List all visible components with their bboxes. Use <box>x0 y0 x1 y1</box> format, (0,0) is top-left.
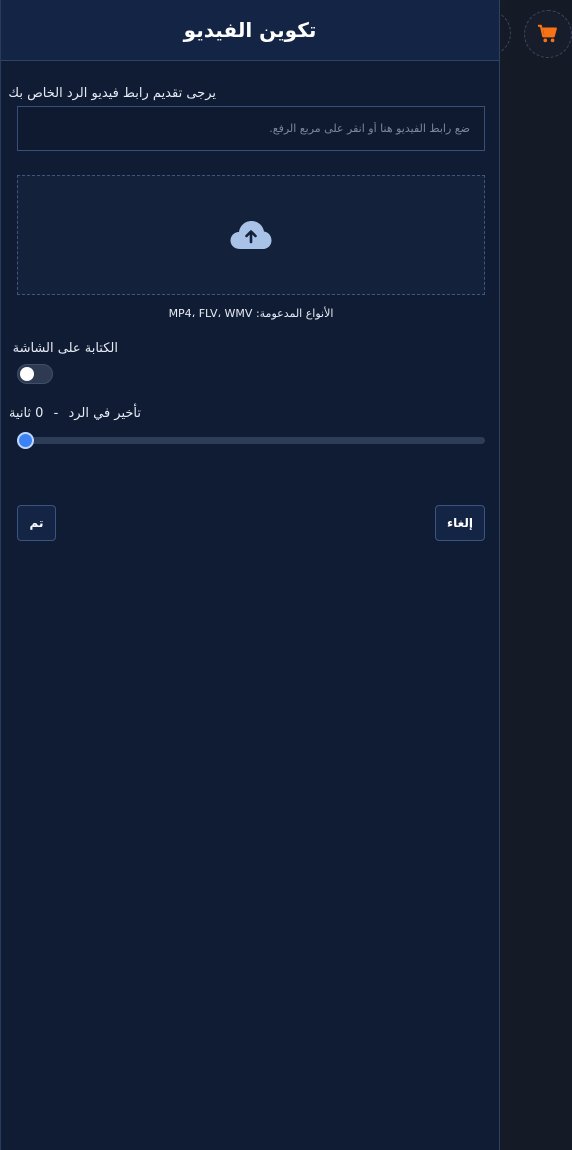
delay-separator: - <box>53 406 59 421</box>
cloud-upload-icon <box>230 221 272 249</box>
video-url-label: يرجى تقديم رابط فيديو الرد الخاص بك <box>8 86 216 101</box>
video-config-panel: تكوين الفيديو يرجى تقديم رابط فيديو الرد… <box>0 0 500 1150</box>
supported-formats-text: الأنواع المدعومة: MP4، FLV، WMV <box>168 307 334 320</box>
delay-value: 0 <box>35 406 44 421</box>
delay-slider-track[interactable] <box>17 437 485 444</box>
panel-header: تكوين الفيديو <box>1 0 499 61</box>
shopping-cart-icon <box>538 24 557 43</box>
dialog-title: تكوين الفيديو <box>183 18 317 42</box>
delay-label-text: تأخير في الرد <box>68 406 141 421</box>
done-button[interactable]: تم <box>17 505 56 541</box>
delay-slider-thumb[interactable] <box>17 432 34 449</box>
response-delay-label: تأخير في الرد - 0 ثانية <box>9 406 141 421</box>
delay-unit: ثانية <box>8 406 32 421</box>
screen-text-toggle[interactable] <box>17 364 53 384</box>
upload-dropzone[interactable] <box>17 175 485 295</box>
cancel-button[interactable]: إلغاء <box>435 505 485 541</box>
cart-button[interactable] <box>524 10 572 58</box>
video-url-input[interactable] <box>17 106 485 151</box>
toggle-knob <box>20 367 34 381</box>
screen-text-label: الكتابة على الشاشة <box>12 341 118 356</box>
